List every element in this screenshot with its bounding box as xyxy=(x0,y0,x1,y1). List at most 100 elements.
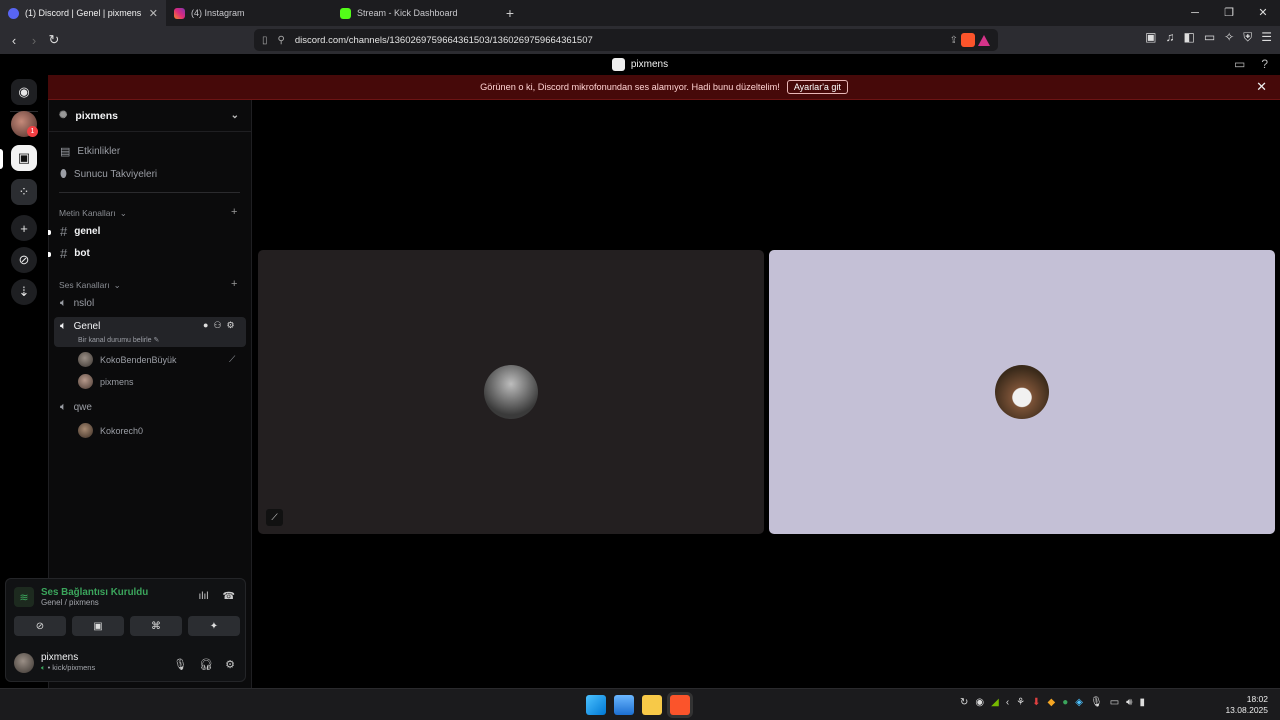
bookmark-icon[interactable]: ▯ xyxy=(262,35,268,46)
activities-button[interactable]: ⌘ xyxy=(130,616,182,636)
discover-icon[interactable]: ⊘ xyxy=(11,247,37,273)
voice-user[interactable]: pixmens xyxy=(78,374,134,389)
back-button[interactable]: ‹ xyxy=(4,33,24,48)
headphones-icon[interactable]: 🎧︎ xyxy=(199,658,213,671)
inbox-icon[interactable]: ▭ xyxy=(1234,57,1245,71)
window-title: pixmens xyxy=(630,59,669,70)
tab-instagram[interactable]: (4) Instagram xyxy=(166,0,332,26)
screenshot-icon[interactable]: ▣ xyxy=(1145,30,1156,45)
instagram-icon xyxy=(174,7,185,19)
clock[interactable]: 18:02 13.08.2025 xyxy=(1225,694,1268,716)
invite-icon[interactable]: ⚇ xyxy=(213,320,221,331)
go-to-settings-button[interactable]: Ayarlar'a git xyxy=(786,80,848,94)
media-icon[interactable]: ♫ xyxy=(1165,30,1174,45)
noise-suppression-icon[interactable]: ılıl xyxy=(199,591,209,602)
avatar xyxy=(995,365,1049,419)
soundboard-button[interactable]: ✦ xyxy=(188,616,240,636)
server-header[interactable]: ✺ pixmens ⌄ xyxy=(49,100,251,132)
tray-app-icon[interactable]: ◆ xyxy=(1048,697,1056,708)
discord-home-icon[interactable]: ◉ xyxy=(11,79,37,105)
server-folder-icon[interactable]: ⁘ xyxy=(11,179,37,205)
share-icon[interactable]: ⇪ xyxy=(950,35,958,46)
start-icon[interactable] xyxy=(586,695,606,715)
settings-icon[interactable]: ⚙ xyxy=(227,320,235,331)
tab-title: (1) Discord | Genel | pixmens xyxy=(25,8,142,18)
minimize-button[interactable]: ─ xyxy=(1178,0,1212,26)
tray-app-icon[interactable]: ◈ xyxy=(1075,697,1083,708)
server-pixmens-icon[interactable]: ▣ xyxy=(11,145,37,171)
forward-button[interactable]: › xyxy=(24,33,44,48)
voice-channel-qwe[interactable]: 🔈︎ qwe xyxy=(60,401,92,414)
wallet-icon[interactable]: ▭ xyxy=(1204,30,1215,45)
chat-icon[interactable]: ● xyxy=(203,320,208,331)
chevron-left-icon[interactable]: ‹ xyxy=(1006,697,1009,708)
unread-badge: 1 xyxy=(27,126,38,137)
menu-server-boosts[interactable]: ⬮ Sunucu Takviyeleri xyxy=(60,168,157,181)
window-close-button[interactable]: ✕ xyxy=(1246,0,1280,26)
kick-icon xyxy=(340,7,351,19)
camera-off-button[interactable]: ⊘ xyxy=(14,616,66,636)
active-server-pill xyxy=(0,149,3,169)
signal-icon[interactable]: ≋ xyxy=(14,587,34,607)
vpn-icon[interactable]: ⛨ xyxy=(1243,30,1252,45)
add-text-channel-icon[interactable]: + xyxy=(231,206,237,218)
sidebar-icon[interactable]: ◧ xyxy=(1183,30,1194,45)
brave-shields-icon[interactable] xyxy=(961,33,975,47)
tray-app-icon[interactable]: ⚘ xyxy=(1016,697,1025,708)
site-info-icon[interactable]: ⚲ xyxy=(278,35,285,46)
tray-app-icon[interactable]: ◉ xyxy=(975,697,984,708)
user-settings-icon[interactable]: ⚙ xyxy=(225,658,235,671)
widgets-icon[interactable] xyxy=(614,695,634,715)
help-icon[interactable]: ? xyxy=(1261,57,1268,71)
channel-bot[interactable]: # bot xyxy=(60,246,90,261)
voice-channels-category[interactable]: Ses Kanalları ⌄ xyxy=(59,280,121,291)
voice-status-title[interactable]: Ses Bağlantısı Kuruldu xyxy=(41,587,148,598)
server-icon xyxy=(611,58,625,71)
system-tray: ↻ ◉ ◢ ‹ ⚘ ⬇ ◆ ● ◈ 🎙︎ ▭ 🔊︎ ▮ xyxy=(960,697,1145,708)
close-tab-icon[interactable]: ✕ xyxy=(149,7,158,20)
tab-discord[interactable]: (1) Discord | Genel | pixmens ✕ xyxy=(0,0,166,26)
file-explorer-icon[interactable] xyxy=(642,695,662,715)
add-voice-channel-icon[interactable]: + xyxy=(231,278,237,290)
leo-icon[interactable]: ✧ xyxy=(1224,30,1234,45)
reload-button[interactable]: ↻ xyxy=(44,32,64,48)
channel-label: Genel xyxy=(73,321,101,332)
url-bar[interactable]: ▯ ⚲ discord.com/channels/136026975966436… xyxy=(254,29,998,51)
brave-rewards-icon[interactable] xyxy=(978,34,990,46)
add-server-icon[interactable]: + xyxy=(11,215,37,241)
microphone-icon[interactable]: 🎙︎ xyxy=(173,658,187,671)
voice-user[interactable]: KokoBendenBüyük xyxy=(78,352,177,367)
network-icon[interactable]: ▭ xyxy=(1110,697,1119,708)
mic-warning-banner: Görünen o ki, Discord mikrofonundan ses … xyxy=(48,75,1280,100)
voice-user[interactable]: Kokorech0 xyxy=(78,423,143,438)
voice-channel-nslol[interactable]: 🔈︎ nslol xyxy=(60,297,94,310)
disconnect-icon[interactable]: ☎ xyxy=(223,591,235,602)
tray-app-icon[interactable]: ⬇ xyxy=(1032,697,1040,708)
menu-icon[interactable]: ☰ xyxy=(1261,30,1272,45)
participant-tile[interactable]: ⟋ xyxy=(258,250,764,534)
download-icon[interactable]: ⇣ xyxy=(11,279,37,305)
new-tab-button[interactable]: + xyxy=(500,5,520,21)
speaker-icon: 🔈︎ xyxy=(60,297,67,309)
maximize-button[interactable]: ❐ xyxy=(1212,0,1246,26)
battery-icon[interactable]: ▮ xyxy=(1139,697,1145,708)
text-channels-category[interactable]: Metin Kanalları ⌄ xyxy=(59,208,127,219)
close-banner-icon[interactable]: ✕ xyxy=(1256,79,1267,95)
volume-icon[interactable]: 🔊︎ xyxy=(1126,697,1132,708)
participant-tile[interactable] xyxy=(769,250,1275,534)
tray-app-icon[interactable]: ● xyxy=(1062,697,1068,708)
microphone-icon[interactable]: 🎙︎ xyxy=(1090,697,1103,708)
pencil-icon: ✎ xyxy=(153,337,160,344)
user-area[interactable]: pixmens 🔈︎ • kick/pixmens xyxy=(14,652,95,673)
menu-events[interactable]: ▤ Etkinlikler xyxy=(60,145,120,158)
brave-icon[interactable] xyxy=(670,695,690,715)
sync-icon[interactable]: ↻ xyxy=(960,697,968,708)
nvidia-icon[interactable]: ◢ xyxy=(991,697,999,708)
screen-share-button[interactable]: ▣ xyxy=(72,616,124,636)
channel-status[interactable]: Bir kanal durumu belirle ✎ xyxy=(78,336,159,344)
voice-channel-genel[interactable]: 🔈︎ Genel xyxy=(60,320,100,333)
tab-kick[interactable]: Stream - Kick Dashboard xyxy=(332,0,498,26)
channel-genel[interactable]: # genel xyxy=(60,224,100,239)
category-label: Ses Kanalları xyxy=(59,280,110,290)
voice-location[interactable]: Genel / pixmens xyxy=(41,598,148,607)
